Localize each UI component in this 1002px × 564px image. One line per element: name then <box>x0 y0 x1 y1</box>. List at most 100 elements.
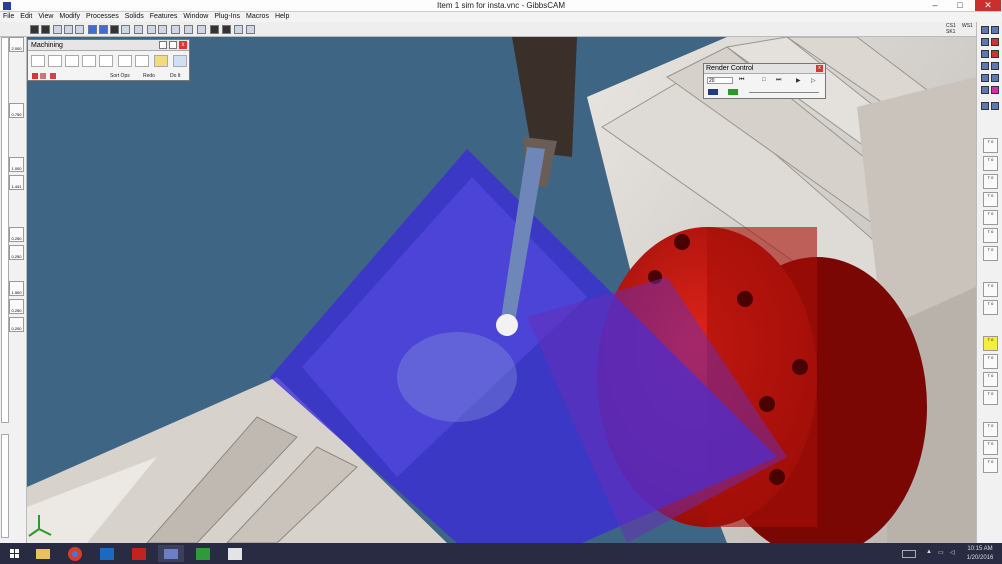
app-red-icon[interactable] <box>126 545 152 562</box>
palette-close-icon[interactable]: x <box>179 41 187 49</box>
machining-header[interactable]: Machining x <box>28 40 189 51</box>
do-it-button[interactable]: Do It <box>170 73 181 79</box>
rotary-icon[interactable] <box>135 55 149 67</box>
tool-tile-5[interactable]: 0.250 <box>9 227 24 242</box>
volume-icon[interactable]: ◁ <box>950 549 955 556</box>
tool-slot-7[interactable]: T 0 <box>983 246 998 261</box>
workgroup-icon[interactable] <box>158 25 167 34</box>
maximize-button[interactable]: □ <box>949 0 971 11</box>
file-explorer-icon[interactable] <box>30 545 56 562</box>
contour-icon[interactable] <box>48 55 62 67</box>
tool-tile-9[interactable]: 0.200 <box>9 317 24 332</box>
copy-icon[interactable] <box>991 26 999 34</box>
menu-edit[interactable]: Edit <box>17 12 35 22</box>
thread-icon[interactable] <box>99 55 113 67</box>
fast-forward-button[interactable]: ▷ <box>811 77 816 84</box>
camtasia-recorder-icon[interactable] <box>222 545 248 562</box>
camtasia-icon[interactable] <box>190 545 216 562</box>
wireframe-icon[interactable] <box>99 25 108 34</box>
sort-ops-button[interactable]: Sort Ops <box>110 73 130 79</box>
minimize-button[interactable]: – <box>924 0 946 11</box>
tool-slot-13[interactable]: T 0 <box>983 390 998 405</box>
list-icon[interactable] <box>991 62 999 70</box>
menu-modify[interactable]: Modify <box>56 12 83 22</box>
fixture-icon[interactable] <box>184 25 193 34</box>
palette-options-icon[interactable] <box>159 41 167 49</box>
speed-input[interactable]: 20 <box>707 77 733 84</box>
measure-icon[interactable] <box>210 25 219 34</box>
tool-slot-14[interactable]: T 0 <box>983 422 998 437</box>
layers-icon[interactable] <box>121 25 130 34</box>
tool-tile-6[interactable]: 0.250 <box>9 245 24 260</box>
tool-slot-9[interactable]: T 0 <box>983 300 998 315</box>
help-pointer-icon[interactable] <box>246 25 255 34</box>
machine-icon[interactable] <box>981 86 989 94</box>
menu-window[interactable]: Window <box>180 12 211 22</box>
render-mode-icon[interactable] <box>708 89 718 95</box>
tool-tile-7[interactable]: 1.500 <box>9 281 24 296</box>
play-button[interactable]: ▶ <box>796 77 801 84</box>
outlook-icon[interactable] <box>94 545 120 562</box>
op-list-icon[interactable] <box>991 102 999 110</box>
tray-chevron-icon[interactable]: ▲ <box>926 549 932 555</box>
op-red-icon[interactable] <box>32 73 38 79</box>
delete-tool-icon[interactable] <box>991 50 999 58</box>
pocket-icon[interactable] <box>65 55 79 67</box>
network-icon[interactable]: ▭ <box>938 549 944 556</box>
tool-slot-3[interactable]: T 0 <box>983 174 998 189</box>
new-file-icon[interactable] <box>30 25 39 34</box>
menu-file[interactable]: File <box>0 12 17 22</box>
menu-solids[interactable]: Solids <box>122 12 147 22</box>
shaded-view-icon[interactable] <box>88 25 97 34</box>
menu-plug-ins[interactable]: Plug-Ins <box>211 12 243 22</box>
tool-tile-2[interactable]: 0.750 <box>9 103 24 118</box>
menu-processes[interactable]: Processes <box>83 12 122 22</box>
keyboard-icon[interactable] <box>902 550 916 558</box>
check-icon[interactable] <box>981 74 989 82</box>
tool-tile-8[interactable]: 0.250 <box>9 299 24 314</box>
tool-tile-4[interactable]: 1.441 <box>9 175 24 190</box>
chrome-icon[interactable] <box>62 545 88 562</box>
view-iso-icon[interactable] <box>53 25 62 34</box>
menu-help[interactable]: Help <box>272 12 292 22</box>
print-icon[interactable] <box>222 25 231 34</box>
rewind-button[interactable]: ⏮ <box>739 77 744 84</box>
stop-button[interactable]: □ <box>762 77 766 83</box>
view-top-icon[interactable] <box>75 25 84 34</box>
toolpath-icon[interactable] <box>134 25 143 34</box>
clear-icon[interactable] <box>991 38 999 46</box>
open-file-icon[interactable] <box>41 25 50 34</box>
tool-slot-15[interactable]: T 0 <box>983 440 998 455</box>
tool-slot-1[interactable]: T 0 <box>983 138 998 153</box>
palette-minimize-icon[interactable] <box>169 41 177 49</box>
gibbscam-icon[interactable] <box>158 545 184 562</box>
tool-slot-11[interactable]: T 0 <box>983 354 998 369</box>
menu-macros[interactable]: Macros <box>243 12 272 22</box>
render-stock-icon[interactable] <box>728 89 738 95</box>
tool-slot-6[interactable]: T 0 <box>983 228 998 243</box>
solid-surface-icon[interactable] <box>118 55 132 67</box>
tool-slot-selected[interactable]: T 0 <box>983 336 998 351</box>
tool-tile-3[interactable]: 1.000 <box>9 157 24 172</box>
new-doc-icon[interactable] <box>981 26 989 34</box>
render-control-header[interactable]: Render Control x <box>704 64 825 74</box>
sync-icon[interactable] <box>981 62 989 70</box>
drill-icon[interactable] <box>31 55 45 67</box>
menu-features[interactable]: Features <box>147 12 181 22</box>
tool-slot-12[interactable]: T 0 <box>983 372 998 387</box>
vise-icon[interactable] <box>173 55 187 67</box>
render-close-icon[interactable]: x <box>816 65 823 72</box>
grid-icon[interactable] <box>991 74 999 82</box>
tool-slot-8[interactable]: T 0 <box>983 282 998 297</box>
select-icon[interactable] <box>981 38 989 46</box>
face-icon[interactable] <box>82 55 96 67</box>
cad-viewport[interactable] <box>27 37 976 543</box>
tool-slot-4[interactable]: T 0 <box>983 192 998 207</box>
close-button[interactable]: ✕ <box>975 0 1001 11</box>
pointer-icon[interactable] <box>197 25 206 34</box>
stock-icon[interactable] <box>171 25 180 34</box>
render-speed-slider[interactable] <box>749 92 819 93</box>
clock-time[interactable]: 10:15 AM <box>962 546 998 552</box>
redo-button[interactable]: Redo <box>143 73 155 79</box>
mill-icon[interactable] <box>154 55 168 67</box>
